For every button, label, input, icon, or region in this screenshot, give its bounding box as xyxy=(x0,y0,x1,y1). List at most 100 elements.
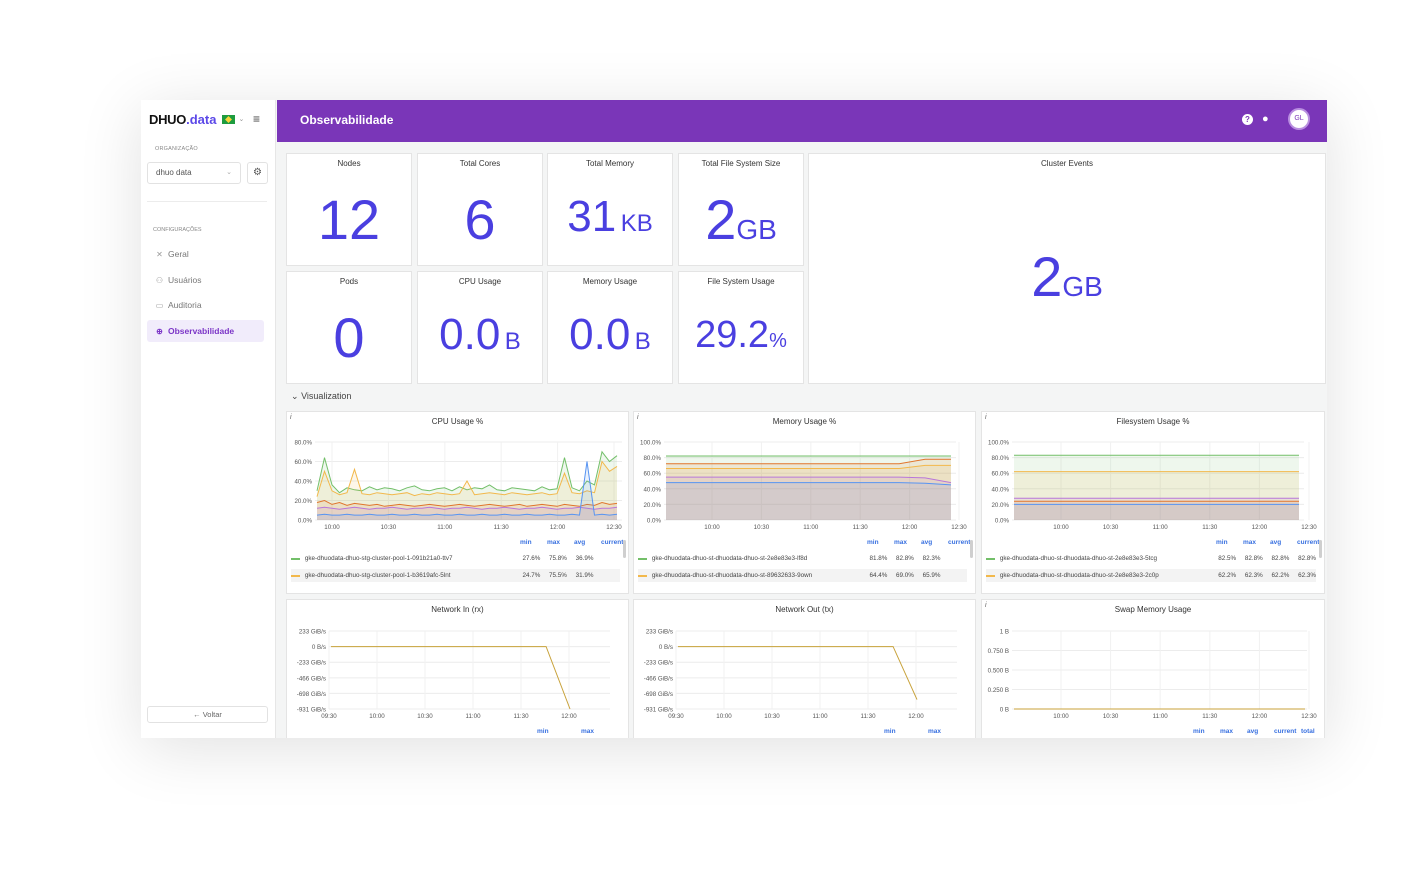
stat-value: 2GB xyxy=(679,187,803,252)
y-tick-label: -698 GiB/s xyxy=(644,691,673,698)
legend-value: 27.6% xyxy=(522,555,541,562)
legend-header-min[interactable]: min xyxy=(867,539,879,546)
legend-header-total[interactable]: total xyxy=(1301,728,1315,735)
stat-number: 0 xyxy=(333,306,365,369)
sidebar-item-geral[interactable]: ✕ Geral xyxy=(147,243,264,265)
x-tick-label: 12:00 xyxy=(908,713,924,720)
legend-header-avg[interactable]: avg xyxy=(1270,539,1281,546)
audit-icon: ▭ xyxy=(155,300,164,310)
org-settings-button[interactable]: ⚙ xyxy=(247,162,268,184)
y-tick-label: 0 B/s xyxy=(312,644,326,651)
x-tick-label: 11:30 xyxy=(860,713,876,720)
legend-scrollbar[interactable] xyxy=(623,540,626,558)
legend-header-max[interactable]: max xyxy=(1243,539,1256,546)
visualization-row-toggle[interactable]: ⌄ Visualization xyxy=(291,391,351,402)
legend-row[interactable]: gke-dhuodata-dhuo-stg-cluster-pool-1-091… xyxy=(291,552,620,565)
sidebar-item-usuarios[interactable]: ⚇ Usuários xyxy=(147,269,264,291)
brand-logo[interactable]: DHUO. data ⌄ xyxy=(149,111,244,127)
stat-total-memory: Total Memory 31 KB xyxy=(547,153,673,266)
brazil-flag-icon[interactable] xyxy=(222,114,236,124)
y-tick-label: 0.500 B xyxy=(988,668,1009,675)
sidebar-item-observabilidade[interactable]: ⊕ Observabilidade xyxy=(147,320,264,342)
y-tick-label: 0 B xyxy=(1000,707,1009,714)
legend-header-current[interactable]: current xyxy=(948,539,970,546)
stat-unit: B xyxy=(634,328,651,355)
x-tick-label: 12:00 xyxy=(1252,524,1268,531)
y-tick-label: 0.750 B xyxy=(988,648,1009,655)
stat-fs-usage: File System Usage 29.2% xyxy=(678,271,804,384)
legend-row[interactable]: gke-dhuodata-dhuo-st-dhuodata-dhuo-st-2e… xyxy=(986,569,1316,582)
legend-scrollbar[interactable] xyxy=(1319,540,1322,558)
back-button[interactable]: ← Voltar xyxy=(147,706,268,723)
legend-header-min[interactable]: min xyxy=(1216,539,1228,546)
chevron-down-icon[interactable]: ⌄ xyxy=(238,115,244,123)
x-tick-label: 10:00 xyxy=(369,713,385,720)
legend-value: 75.5% xyxy=(549,572,567,579)
y-tick-label: -698 GiB/s xyxy=(297,691,326,698)
legend-series-name: gke-dhuodata-dhuo-stg-cluster-pool-1-091… xyxy=(304,555,453,562)
org-label: ORGANIZAÇÃO xyxy=(155,146,198,152)
legend-row[interactable]: gke-dhuodata-dhuo-st-dhuodata-dhuo-st-89… xyxy=(638,569,967,582)
legend-header-current[interactable]: current xyxy=(1274,728,1296,735)
legend-header-avg[interactable]: avg xyxy=(1247,728,1258,735)
legend-header-min[interactable]: min xyxy=(884,728,896,735)
sidebar-item-label: Geral xyxy=(168,249,189,259)
help-icon[interactable]: ? xyxy=(1242,114,1253,125)
legend-header-max[interactable]: max xyxy=(894,539,907,546)
y-tick-label: 60.0% xyxy=(294,459,312,466)
legend-header-current[interactable]: current xyxy=(601,539,623,546)
y-tick-label: 0.0% xyxy=(647,518,662,525)
legend-value: 36.9% xyxy=(575,555,594,562)
chevron-down-icon: ⌄ xyxy=(226,169,232,176)
collapse-menu-icon[interactable]: ≡ xyxy=(253,112,260,126)
x-tick-label: 11:30 xyxy=(494,524,510,531)
legend-header-min[interactable]: min xyxy=(1193,728,1205,735)
stat-cpu-usage: CPU Usage 0.0 B xyxy=(417,271,543,384)
legend-scrollbar[interactable] xyxy=(970,540,973,558)
legend-row[interactable]: gke-dhuodata-dhuo-st-dhuodata-dhuo-st-2e… xyxy=(638,552,967,565)
sidebar-item-label: Usuários xyxy=(168,275,202,285)
x-tick-label: 10:00 xyxy=(716,713,732,720)
y-tick-label: 80.0% xyxy=(294,440,312,447)
org-select[interactable]: dhuo data ⌄ xyxy=(147,162,241,184)
legend-swatch xyxy=(291,557,300,560)
legend-header-max[interactable]: max xyxy=(547,539,560,546)
legend-series-name: gke-dhuodata-dhuo-stg-cluster-pool-1-b36… xyxy=(304,572,451,579)
y-tick-label: 233 GiB/s xyxy=(646,629,673,636)
x-tick-label: 12:30 xyxy=(1301,713,1317,720)
stat-number: 0.0 xyxy=(439,310,501,359)
stat-number: 2 xyxy=(705,188,737,251)
legend-header-min[interactable]: min xyxy=(537,728,549,735)
legend-header-avg[interactable]: avg xyxy=(921,539,932,546)
x-tick-label: 11:00 xyxy=(465,713,481,720)
notification-icon[interactable]: ● xyxy=(1262,113,1269,125)
stat-value: 29.2% xyxy=(679,314,803,357)
stat-number: 6 xyxy=(464,188,496,251)
x-tick-label: 11:30 xyxy=(513,713,529,720)
legend-value: 82.8% xyxy=(1298,555,1317,562)
legend-value: 82.8% xyxy=(1244,555,1263,562)
legend-header-max[interactable]: max xyxy=(1220,728,1233,735)
y-tick-label: 233 GiB/s xyxy=(299,629,326,636)
stat-unit: GB xyxy=(736,214,777,245)
tools-icon: ✕ xyxy=(156,249,163,259)
legend-header-avg[interactable]: avg xyxy=(574,539,585,546)
x-tick-label: 12:00 xyxy=(902,524,918,531)
legend-header-max[interactable]: max xyxy=(928,728,941,735)
stat-value: 12 xyxy=(287,187,411,252)
chart-svg: 233 GiB/s 0 B/s -233 GiB/s -466 GiB/s -698 G… xyxy=(644,629,957,720)
sidebar-item-auditoria[interactable]: ▭ Auditoria xyxy=(147,294,264,316)
y-tick-label: 40.0% xyxy=(991,486,1009,493)
legend-header-current[interactable]: current xyxy=(1297,539,1319,546)
legend-header-max[interactable]: max xyxy=(581,728,594,735)
legend-row[interactable]: gke-dhuodata-dhuo-st-dhuodata-dhuo-st-2e… xyxy=(986,552,1316,565)
legend-header-min[interactable]: min xyxy=(520,539,532,546)
config-label: CONFIGURAÇÕES xyxy=(153,227,202,233)
legend-value: 62.3% xyxy=(1298,572,1317,579)
stat-unit: B xyxy=(504,328,521,355)
x-tick-label: 09:30 xyxy=(321,713,337,720)
x-tick-label: 10:30 xyxy=(764,713,780,720)
avatar[interactable]: GL xyxy=(1288,108,1310,130)
y-tick-label: -233 GiB/s xyxy=(297,660,326,667)
legend-row[interactable]: gke-dhuodata-dhuo-stg-cluster-pool-1-b36… xyxy=(291,569,620,582)
